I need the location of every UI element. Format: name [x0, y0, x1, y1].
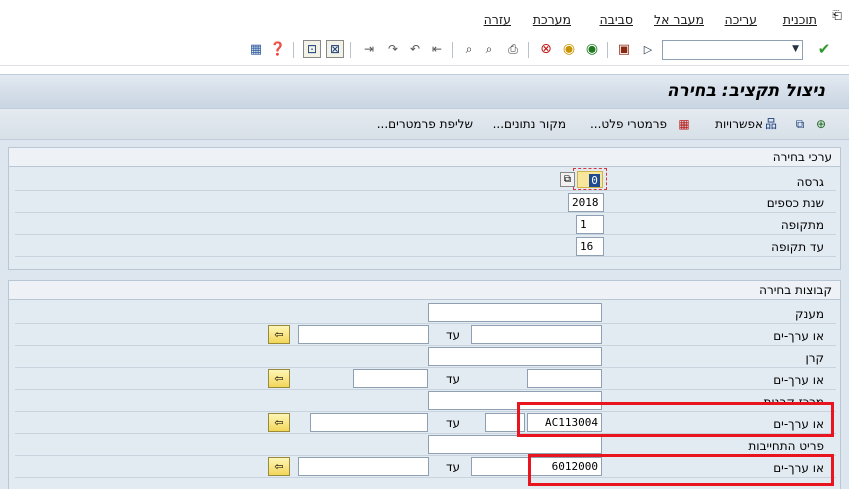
menu-program[interactable]: תוכנית	[783, 12, 817, 27]
grantor-from-field[interactable]	[471, 325, 602, 344]
menu-bar: ⎗ תוכנית עריכה מעבר אל סביבה מערכת עזרה	[0, 0, 849, 36]
arrow-left-icon: ⇦	[274, 416, 284, 429]
row-divider	[15, 190, 836, 191]
row-divider	[15, 234, 836, 235]
command-field[interactable]: ▼	[662, 40, 803, 60]
previous-page-icon[interactable]: ↶	[406, 40, 424, 58]
grantor-to-label: עד	[446, 328, 461, 342]
toolbar-separator	[528, 42, 529, 58]
fund-to-label: עד	[446, 372, 461, 386]
arrow-left-icon: ⇦	[274, 460, 284, 473]
fiscal-year-label: שנת כספים	[766, 196, 824, 210]
selection-values-group: ערכי בחירה גרסה ⧉ 0 שנת כספים 2018 מתקופ…	[8, 147, 841, 270]
version-value: 0	[589, 174, 600, 187]
fund-or-values-label: או ערך-ים	[773, 373, 824, 387]
save-icon[interactable]: ▣	[615, 40, 633, 58]
group-title: ערכי בחירה	[772, 150, 832, 164]
group-header: ערכי בחירה	[9, 148, 840, 167]
fund-label: קרן	[805, 351, 824, 365]
play-icon[interactable]: ▷	[639, 40, 657, 58]
application-toolbar: ⊕ ⧉ 品 אפשרויות ▦ פרמטרי פלט... מקור נתונ…	[0, 108, 849, 140]
options-button[interactable]: אפשרויות	[715, 117, 763, 131]
hierarchy-icon[interactable]: 品	[763, 116, 779, 132]
funds-center-multiple-selection-button[interactable]: ⇦	[268, 413, 290, 432]
row-divider	[15, 389, 836, 390]
arrow-left-icon: ⇦	[274, 328, 284, 341]
to-period-label: עד תקופה	[771, 240, 824, 254]
row-divider	[15, 367, 836, 368]
enter-check-icon[interactable]: ✔	[815, 40, 833, 58]
output-params-icon[interactable]: ▦	[676, 116, 692, 132]
data-source-button[interactable]: מקור נתונים...	[493, 117, 566, 131]
grantor-field[interactable]	[428, 303, 602, 322]
back-icon[interactable]: ◉	[583, 40, 601, 58]
page-title: ניצול תקציב: בחירה	[666, 81, 825, 101]
title-bar: ניצול תקציב: בחירה	[0, 74, 849, 108]
grantor-or-values-label: או ערך-ים	[773, 329, 824, 343]
period-field[interactable]: 1	[576, 215, 604, 234]
row-divider	[15, 345, 836, 346]
to-period-field[interactable]: 16	[576, 237, 604, 256]
row-divider	[15, 212, 836, 213]
funds-center-to-field[interactable]	[310, 413, 428, 432]
menu-edit[interactable]: עריכה	[725, 12, 757, 27]
commitment-item-highlight	[528, 454, 834, 486]
group-title: קבוצות בחירה	[759, 283, 832, 297]
commitment-item-multiple-selection-button[interactable]: ⇦	[268, 457, 290, 476]
cancel-icon[interactable]: ⊗	[537, 40, 555, 58]
grantor-to-field[interactable]	[298, 325, 429, 344]
find-next-icon[interactable]: ⌕	[460, 40, 478, 58]
output-params-button[interactable]: פרמטרי פלט...	[590, 117, 667, 131]
version-label: גרסה	[796, 175, 824, 189]
fiscal-year-field[interactable]: 2018	[568, 193, 604, 212]
row-divider	[15, 256, 836, 257]
copy-icon[interactable]: ⧉	[560, 172, 575, 187]
grantor-label: מענק	[795, 307, 824, 321]
chevron-down-icon[interactable]: ▼	[792, 44, 799, 54]
layout-menu-icon[interactable]: ▦	[247, 40, 265, 58]
exit-icon[interactable]: ◉	[560, 40, 578, 58]
menu-environment[interactable]: סביבה	[599, 12, 633, 27]
next-page-icon[interactable]: ↷	[384, 40, 402, 58]
period-label: מתקופה	[780, 218, 824, 232]
version-field[interactable]: 0	[577, 171, 603, 188]
print-icon[interactable]: ⎙	[504, 40, 522, 58]
fetch-params-button[interactable]: שליפת פרמטרים...	[377, 117, 473, 131]
help-icon[interactable]: ❓	[269, 40, 287, 58]
variant-icon[interactable]: ⧉	[792, 116, 808, 132]
grantor-multiple-selection-button[interactable]: ⇦	[268, 325, 290, 344]
last-page-icon[interactable]: ⇥	[360, 40, 378, 58]
first-page-icon[interactable]: ⇤	[428, 40, 446, 58]
shortcut-icon[interactable]: ⊡	[303, 40, 321, 58]
commitment-item-label: פריט התחייבות	[748, 439, 824, 453]
funds-center-to-label: עד	[446, 416, 461, 430]
fund-field[interactable]	[428, 347, 602, 366]
group-header: קבוצות בחירה	[9, 281, 840, 300]
exit-icon[interactable]: ⎗	[829, 8, 845, 22]
toolbar-separator	[293, 42, 294, 58]
toolbar-separator	[350, 42, 351, 58]
execute-icon[interactable]: ⊕	[813, 116, 829, 132]
menu-system[interactable]: מערכת	[533, 12, 571, 27]
row-divider	[15, 323, 836, 324]
commitment-item-to-label: עד	[446, 460, 461, 474]
menu-goto[interactable]: מעבר אל	[654, 12, 704, 27]
fund-from-field[interactable]	[527, 369, 602, 388]
toolbar-separator	[607, 42, 608, 58]
fund-to-field[interactable]	[353, 369, 428, 388]
toolbar-separator	[452, 42, 453, 58]
menu-help[interactable]: עזרה	[484, 12, 511, 27]
find-icon[interactable]: ⌕	[480, 40, 498, 58]
fund-multiple-selection-button[interactable]: ⇦	[268, 369, 290, 388]
standard-toolbar: ✔ ▼ ▷ ▣ ◉ ◉ ⊗ ⎙ ⌕ ⌕ ⇤ ↶ ↷ ⇥ ⊠ ⊡ ❓ ▦	[0, 36, 849, 66]
arrow-left-icon: ⇦	[274, 372, 284, 385]
commitment-item-to-field[interactable]	[298, 457, 429, 476]
funds-center-highlight	[517, 402, 834, 437]
commitment-item-field[interactable]	[428, 435, 602, 454]
create-session-icon[interactable]: ⊠	[326, 40, 344, 58]
